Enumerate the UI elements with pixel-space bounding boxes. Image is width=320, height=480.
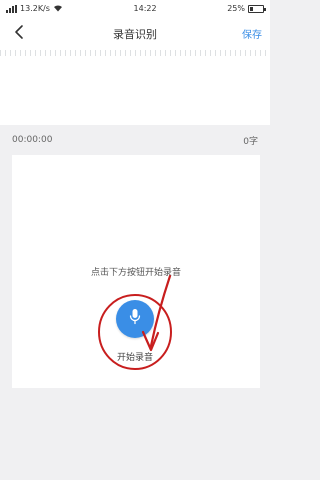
recording-info: 00:00:00 0字 xyxy=(0,125,270,155)
start-recording-button[interactable] xyxy=(116,300,154,338)
character-count: 0字 xyxy=(243,136,258,147)
network-speed: 13.2K/s xyxy=(20,4,50,13)
battery-icon xyxy=(247,4,266,13)
recording-hint: 点击下方按钮开始录音 xyxy=(90,268,181,278)
start-recording-label: 开始录音 xyxy=(116,353,153,363)
signal-icon xyxy=(6,4,17,13)
chevron-left-icon xyxy=(13,24,25,44)
time-ruler xyxy=(0,50,270,56)
page-title: 录音识别 xyxy=(113,27,157,41)
back-button[interactable] xyxy=(8,23,30,45)
microphone-icon xyxy=(128,308,142,330)
waveform-area xyxy=(0,50,270,125)
status-right: 25% xyxy=(227,4,266,13)
save-button[interactable]: 保存 xyxy=(242,26,262,41)
status-left: 13.2K/s xyxy=(6,4,63,14)
status-bar: 13.2K/s 14:22 25% xyxy=(0,0,270,17)
status-time: 14:22 xyxy=(133,4,157,13)
recording-duration: 00:00:00 xyxy=(12,135,53,145)
wifi-icon xyxy=(53,4,63,14)
nav-bar: 录音识别 保存 xyxy=(0,17,270,50)
battery-percent: 25% xyxy=(227,4,245,13)
